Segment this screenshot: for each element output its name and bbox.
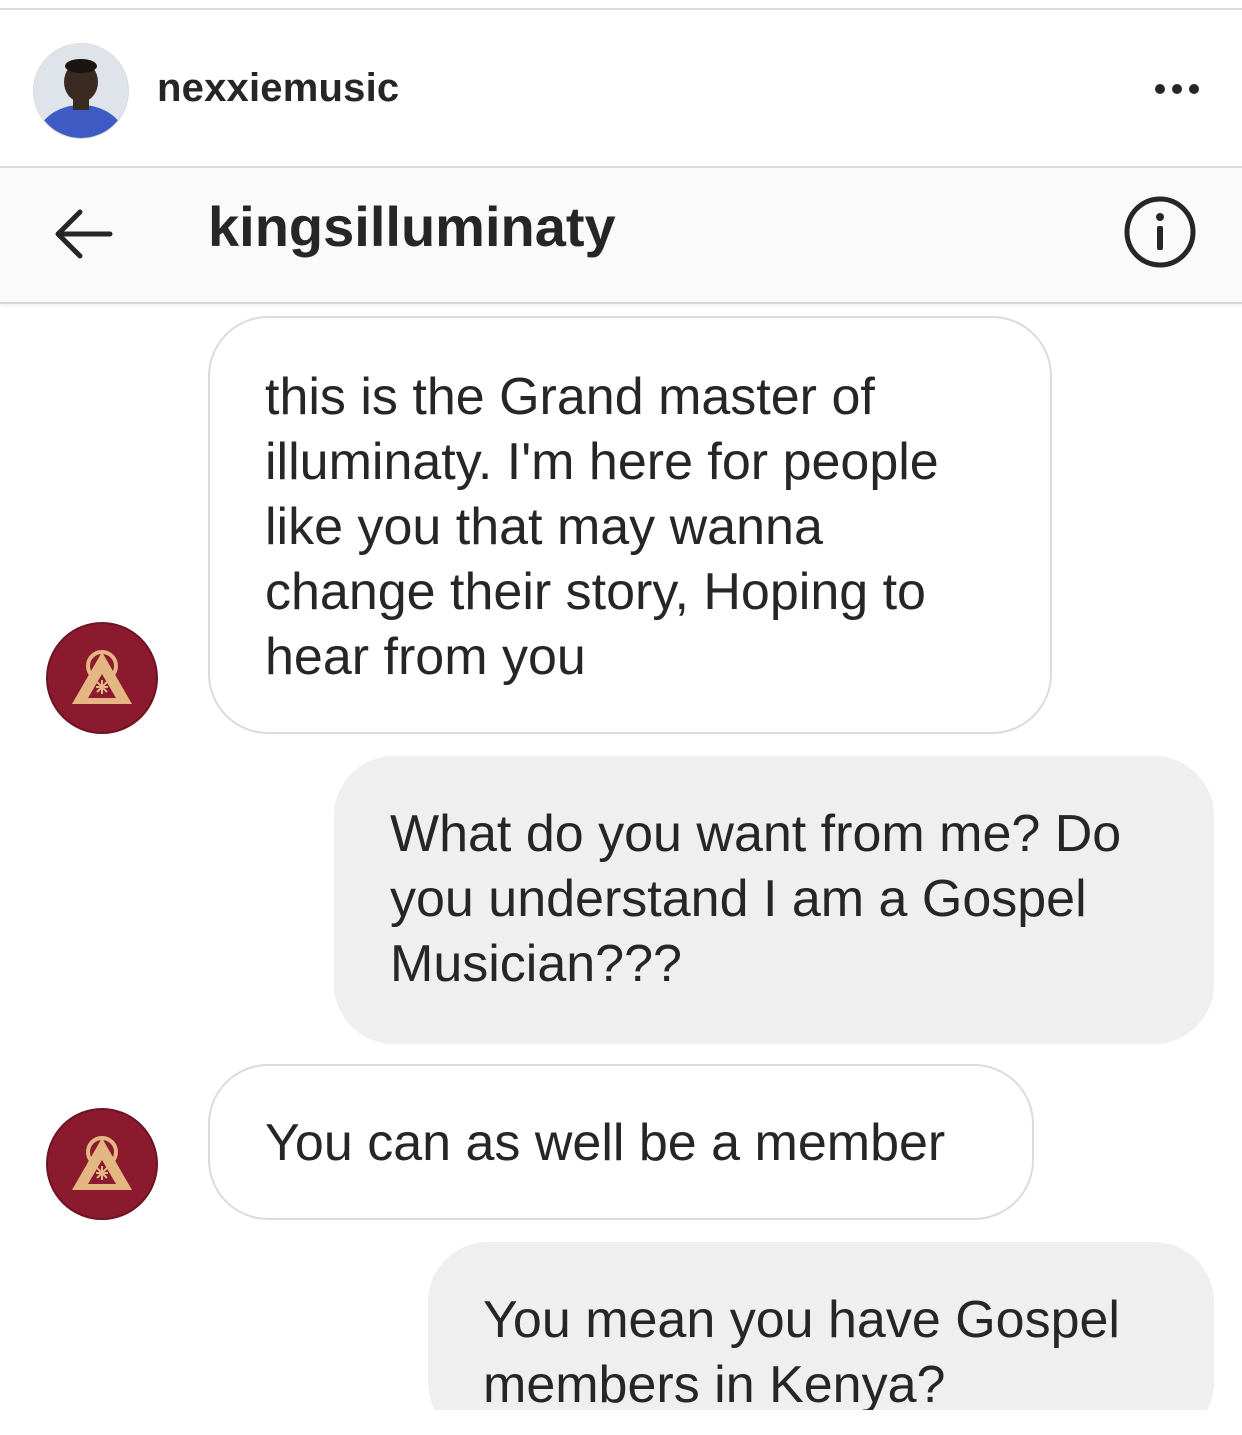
message-thread: this is the Grand master of illuminaty. … — [0, 304, 1242, 1410]
post-header: nexxiemusic — [0, 10, 1242, 167]
post-username[interactable]: nexxiemusic — [157, 66, 399, 111]
outgoing-message[interactable]: What do you want from me? Do you underst… — [334, 756, 1214, 1044]
dm-title[interactable]: kingsilluminaty — [208, 194, 616, 259]
incoming-message[interactable]: this is the Grand master of illuminaty. … — [208, 316, 1052, 734]
sender-avatar-icon[interactable] — [46, 622, 158, 734]
dm-header: kingsilluminaty — [0, 168, 1242, 304]
sender-avatar-icon[interactable] — [46, 1108, 158, 1220]
back-arrow-icon[interactable] — [50, 202, 114, 266]
profile-avatar[interactable] — [33, 43, 129, 139]
outgoing-message[interactable]: You mean you have Gospel members in Keny… — [428, 1242, 1214, 1410]
more-dots-icon[interactable] — [1152, 74, 1202, 104]
info-icon[interactable] — [1122, 194, 1198, 270]
incoming-message[interactable]: You can as well be a member — [208, 1064, 1034, 1220]
profile-photo-icon — [34, 44, 128, 138]
